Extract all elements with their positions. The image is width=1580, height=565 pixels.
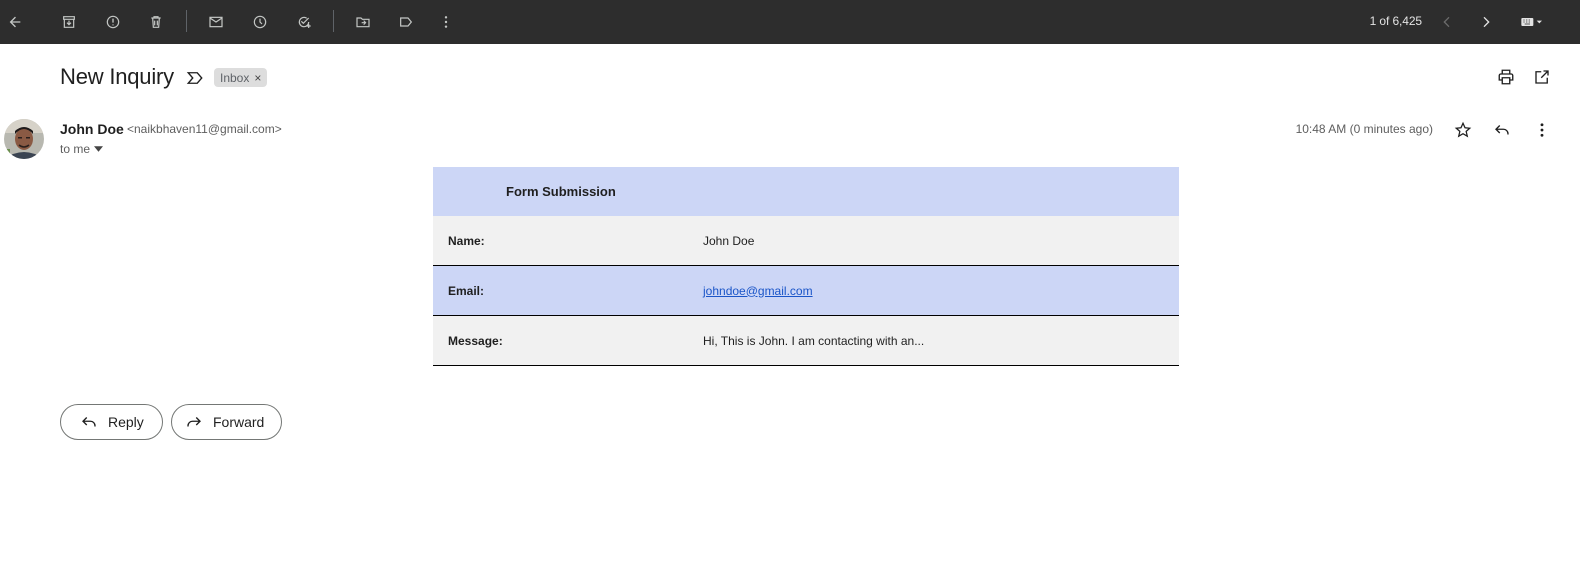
email-subject: New Inquiry <box>60 64 174 89</box>
caret-down-icon <box>94 146 104 152</box>
move-to-folder-icon <box>356 17 370 28</box>
input-tools-button[interactable] <box>1512 8 1552 36</box>
label-icon <box>400 17 413 27</box>
labels-button[interactable] <box>392 8 420 36</box>
label-chip-inbox: Inbox × <box>214 68 268 87</box>
avatar[interactable] <box>4 119 44 159</box>
email-timestamp: 10:48 AM (0 minutes ago) <box>1295 122 1433 136</box>
recipient-label: to me <box>60 142 91 156</box>
mail-icon <box>209 16 223 28</box>
label-chip-text: Inbox <box>220 70 250 85</box>
star-button[interactable] <box>1452 119 1474 141</box>
report-spam-icon <box>106 15 120 29</box>
message-counter: 1 of 6,425 <box>1369 14 1422 28</box>
reply-label: Reply <box>108 414 144 430</box>
field-label: Message: <box>448 333 503 348</box>
sender-name[interactable]: John Doe <box>60 121 124 137</box>
chevron-left-icon <box>1443 16 1450 28</box>
delete-button[interactable] <box>142 8 170 36</box>
report-spam-button[interactable] <box>99 8 127 36</box>
more-message-options-button[interactable] <box>1531 119 1553 141</box>
top-toolbar: 1 of 6,425 <box>0 0 1580 44</box>
reply-icon <box>1495 125 1509 135</box>
older-button[interactable] <box>1472 8 1500 36</box>
newer-button[interactable] <box>1433 8 1461 36</box>
sender-email: <naikbhaven11@gmail.com> <box>127 122 282 136</box>
field-value: johndoe@gmail.com <box>703 284 813 298</box>
forward-pill-button[interactable]: Forward <box>171 404 282 440</box>
clock-icon <box>253 15 267 29</box>
print-icon <box>1498 69 1514 85</box>
delete-icon <box>151 16 161 28</box>
keyboard-icon <box>1521 18 1542 26</box>
back-button[interactable] <box>1 8 29 36</box>
open-new-window-button[interactable] <box>1531 66 1553 88</box>
reply-pill-button[interactable]: Reply <box>60 404 163 440</box>
move-to-button[interactable] <box>349 8 377 36</box>
remove-label-button[interactable]: × <box>254 71 261 85</box>
form-submission-table: Form Submission Name: John Doe Email: jo… <box>433 167 1179 366</box>
importance-marker-icon[interactable] <box>186 70 204 86</box>
snooze-button[interactable] <box>246 8 274 36</box>
star-icon <box>1454 121 1472 138</box>
form-title: Form Submission <box>433 167 1179 216</box>
toolbar-divider <box>333 10 334 32</box>
reply-icon <box>82 417 96 427</box>
archive-button[interactable] <box>55 8 83 36</box>
add-task-icon <box>298 16 311 28</box>
reply-button[interactable] <box>1491 119 1513 141</box>
field-label: Name: <box>448 233 485 248</box>
field-value: Hi, This is John. I am contacting with a… <box>703 333 925 348</box>
archive-icon <box>63 16 75 28</box>
forward-icon <box>187 417 201 427</box>
toolbar-divider <box>186 10 187 32</box>
field-label: Email: <box>448 283 485 298</box>
forward-label: Forward <box>213 414 265 430</box>
more-options-button[interactable] <box>432 8 460 36</box>
open-in-new-icon <box>1535 70 1549 84</box>
mark-unread-button[interactable] <box>202 8 230 36</box>
field-value: John Doe <box>703 233 755 248</box>
chevron-right-icon <box>1483 16 1490 28</box>
table-row: Message: Hi, This is John. I am contacti… <box>433 316 1179 366</box>
arrow-back-icon <box>9 16 21 28</box>
more-vert-icon <box>1540 123 1544 137</box>
more-vert-icon <box>444 16 448 28</box>
add-task-button[interactable] <box>290 8 318 36</box>
table-row: Name: John Doe <box>433 216 1179 266</box>
print-button[interactable] <box>1495 66 1517 88</box>
email-link[interactable]: johndoe@gmail.com <box>703 284 813 298</box>
table-row: Email: johndoe@gmail.com <box>433 266 1179 316</box>
avatar-photo <box>4 119 44 159</box>
recipient-details-toggle[interactable]: to me <box>60 142 104 156</box>
